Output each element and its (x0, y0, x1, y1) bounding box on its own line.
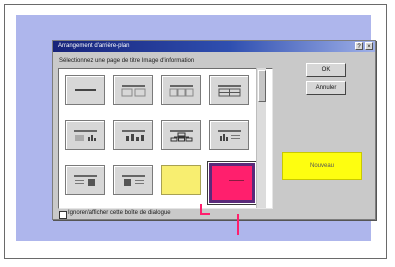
bar-chart-icon (122, 130, 145, 141)
callout-line-horizontal (200, 213, 210, 215)
ok-button[interactable]: OK (306, 63, 346, 77)
layout-yellow[interactable] (161, 165, 201, 195)
layout-three-columns[interactable] (161, 75, 201, 105)
dialog-titlebar[interactable]: Arrangement d'arrière-plan ? × (53, 41, 375, 52)
layout-magenta-selected[interactable] (209, 163, 255, 203)
close-button[interactable]: × (365, 42, 373, 50)
layout-image-text[interactable] (113, 165, 153, 195)
layout-dialog: Arrangement d'arrière-plan ? × Sélection… (52, 40, 376, 220)
yellow-swatch (169, 174, 194, 187)
layout-bar-chart[interactable] (113, 120, 153, 150)
help-button[interactable]: ? (355, 42, 363, 50)
chart-icon (74, 130, 97, 141)
scrollbar-thumb[interactable] (258, 70, 266, 102)
dont-show-label: Ignorer/afficher cette boîte de dialogue (68, 210, 171, 216)
text-image-icon (74, 175, 97, 186)
magenta-swatch (229, 180, 244, 181)
layout-title-only[interactable] (65, 75, 105, 105)
cancel-button[interactable]: Annuler (306, 81, 346, 95)
yellow-preview-box: Nouveau (282, 152, 362, 180)
image-text-icon (122, 175, 145, 186)
callout-line-vertical (237, 214, 239, 235)
chart-text-icon (218, 130, 241, 141)
layout-text-image[interactable] (65, 165, 105, 195)
layout-four-cells[interactable] (209, 75, 249, 105)
dialog-title: Arrangement d'arrière-plan (58, 43, 130, 49)
layout-org-chart[interactable] (161, 120, 201, 150)
two-column-icon (121, 85, 146, 97)
layout-chart-text[interactable] (209, 120, 249, 150)
grid-icon (218, 85, 241, 97)
single-line-icon (75, 89, 96, 91)
org-chart-icon (170, 130, 193, 142)
dont-show-checkbox[interactable] (59, 211, 67, 219)
instruction-text: Sélectionnez une page de titre Image d'i… (59, 58, 195, 64)
layout-two-columns[interactable] (113, 75, 153, 105)
layout-chart-left[interactable] (65, 120, 105, 150)
layout-gallery (58, 68, 273, 209)
preview-label: Nouveau (309, 163, 335, 169)
three-column-icon (169, 85, 194, 97)
gallery-scrollbar[interactable] (256, 68, 266, 208)
